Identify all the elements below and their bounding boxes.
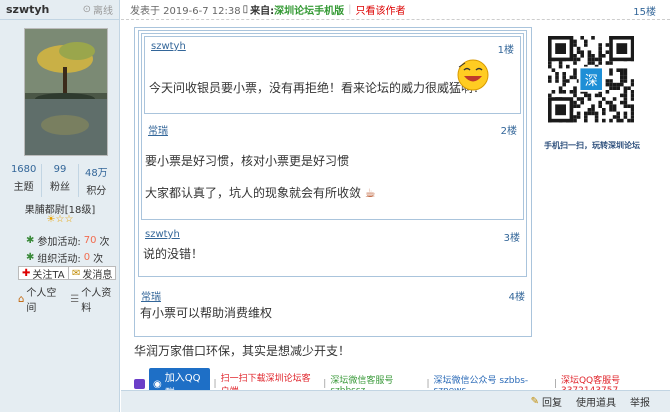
home-icon: ⌂ — [18, 293, 25, 305]
qr-logo-glyph: 深 — [585, 74, 598, 89]
quote-text-line: 大家都认真了，坑人的现象就会有所收敛 ☕ — [145, 184, 376, 201]
quote-header: 常瑞 2楼 — [142, 118, 523, 137]
post-actions-bar: ✎ 回复 使用道具 举报 — [121, 390, 670, 412]
joined-activities: ✱ 参加活动: 70 次 — [26, 233, 110, 248]
post-source: 来自:深圳论坛手机版 — [250, 2, 344, 17]
activity-count[interactable]: 0 — [84, 252, 90, 263]
activity-icon: ✱ — [26, 252, 35, 263]
laughing-emoji-icon — [455, 57, 491, 96]
report-button[interactable]: 举报 — [630, 394, 650, 409]
mail-icon: ✉ — [72, 267, 81, 279]
activity-count[interactable]: 70 — [84, 235, 97, 246]
author-name[interactable]: szwtyh — [6, 3, 49, 16]
quote-author[interactable]: 常瑞 — [148, 122, 168, 137]
quote-header: szwtyh 3楼 — [139, 225, 526, 244]
coffee-emoji-icon: ☕ — [361, 186, 376, 200]
offline-icon: ⊙ — [82, 4, 91, 15]
stat-value: 48万 — [84, 168, 108, 179]
activity-label: 组织活动: — [37, 254, 81, 265]
stat-topics[interactable]: 1680 主题 — [6, 164, 43, 197]
star-icon: ☆ — [64, 214, 74, 225]
divider: | — [426, 379, 430, 389]
stat-value: 1680 — [10, 164, 37, 175]
profile-label: 个人资料 — [81, 288, 112, 314]
quote-author[interactable]: 常瑞 — [141, 288, 161, 303]
offline-status: ⊙ 离线 — [83, 2, 113, 17]
quote-text: 今天问收银员要小票，没有再拒绝！看来论坛的威力很威猛啊！ — [149, 81, 486, 95]
follow-label: 关注TA — [32, 269, 65, 281]
quote-floor[interactable]: 2楼 — [501, 122, 517, 137]
activity-unit: 次 — [93, 254, 104, 265]
quote-author[interactable]: szwtyh — [151, 41, 186, 56]
quote-text: 大家都认真了，坑人的现象就会有所收敛 — [145, 186, 362, 200]
status-label: 离线 — [93, 6, 113, 17]
message-label: 发消息 — [82, 269, 113, 281]
stat-fans[interactable]: 99 粉丝 — [42, 164, 79, 197]
stat-value: 99 — [53, 164, 67, 175]
quote-header: 常瑞 4楼 — [135, 284, 531, 303]
profile-links: ⌂ 个人空间 ☰ 个人资料 — [18, 284, 119, 314]
qr-caption: 手机扫一扫，玩转深圳论坛 — [544, 141, 640, 150]
activity-icon: ✱ — [26, 235, 35, 246]
reply-icon: ✎ — [530, 396, 539, 407]
space-label: 个人空间 — [26, 288, 57, 314]
divider: | — [213, 379, 217, 389]
sun-icon: ☀ — [46, 214, 56, 225]
use-tool-label: 使用道具 — [576, 398, 616, 409]
activity-unit: 次 — [99, 237, 110, 248]
quote-header: szwtyh 1楼 — [145, 37, 520, 56]
quote-author[interactable]: szwtyh — [145, 229, 180, 244]
qr-code-image[interactable]: 深 — [548, 36, 635, 136]
only-author-link[interactable]: 只看该作者 — [355, 2, 405, 17]
author-header: szwtyh ⊙ 离线 — [0, 0, 119, 20]
quote-floor[interactable]: 1楼 — [498, 41, 514, 56]
author-stats: 1680 主题 99 粉丝 48万 积分 — [6, 164, 114, 197]
stat-points[interactable]: 48万 积分 — [79, 164, 114, 197]
quote-text: 有小票可以帮助消费维权 — [140, 306, 273, 320]
follow-button[interactable]: ✚ 关注TA — [18, 266, 69, 281]
reply-label: 回复 — [542, 398, 562, 409]
document-icon: ☰ — [70, 293, 80, 305]
from-source-link[interactable]: 深圳论坛手机版 — [274, 6, 344, 17]
divider: | — [348, 4, 352, 15]
qq-penguin-icon: ◉ — [152, 378, 162, 390]
activity-label: 参加活动: — [37, 237, 81, 248]
organized-activities: ✱ 组织活动: 0 次 — [26, 250, 103, 265]
profile-link[interactable]: ☰ 个人资料 — [70, 284, 119, 314]
divider: | — [323, 379, 327, 389]
author-sidebar: szwtyh ⊙ 离线 1680 主题 99 粉丝 48万 积分 果脯都尉[18… — [0, 0, 120, 412]
message-button[interactable]: ✉ 发消息 — [68, 266, 117, 281]
use-tool-button[interactable]: 使用道具 — [576, 394, 616, 409]
plus-icon: ✚ — [22, 267, 31, 279]
post-meta-bar: 发表于 2019-6-7 12:38 ▯ 来自:深圳论坛手机版 | 只看该作者 — [121, 0, 670, 20]
stat-label: 粉丝 — [49, 182, 70, 193]
personal-space-link[interactable]: ⌂ 个人空间 — [18, 284, 64, 314]
stat-label: 积分 — [86, 186, 107, 197]
mobile-icon: ▯ — [242, 4, 249, 15]
quote-text: 要小票是好习惯，核对小票更是好习惯 — [145, 154, 350, 168]
from-label: 来自: — [250, 6, 275, 17]
divider: | — [553, 379, 557, 389]
quote-floor-1: szwtyh 1楼 今天问收银员要小票，没有再拒绝！看来论坛的威力很威猛啊！ — [144, 36, 521, 114]
stat-label: 主题 — [13, 182, 34, 193]
reply-button[interactable]: ✎ 回复 — [531, 394, 562, 409]
floor-number[interactable]: 15楼 — [633, 3, 656, 18]
quote-floor[interactable]: 3楼 — [504, 229, 520, 244]
reply-body: 华润万家借口环保，其实是想减少开支！ — [134, 344, 351, 358]
rank-stars: ☀☆☆ — [0, 214, 120, 225]
report-label: 举报 — [630, 398, 650, 409]
quote-floor[interactable]: 4楼 — [509, 288, 525, 303]
avatar[interactable] — [24, 28, 108, 156]
qq-group-icon — [134, 379, 145, 389]
quote-text: 说的没错！ — [143, 247, 204, 261]
post-time: 发表于 2019-6-7 12:38 — [130, 6, 241, 17]
